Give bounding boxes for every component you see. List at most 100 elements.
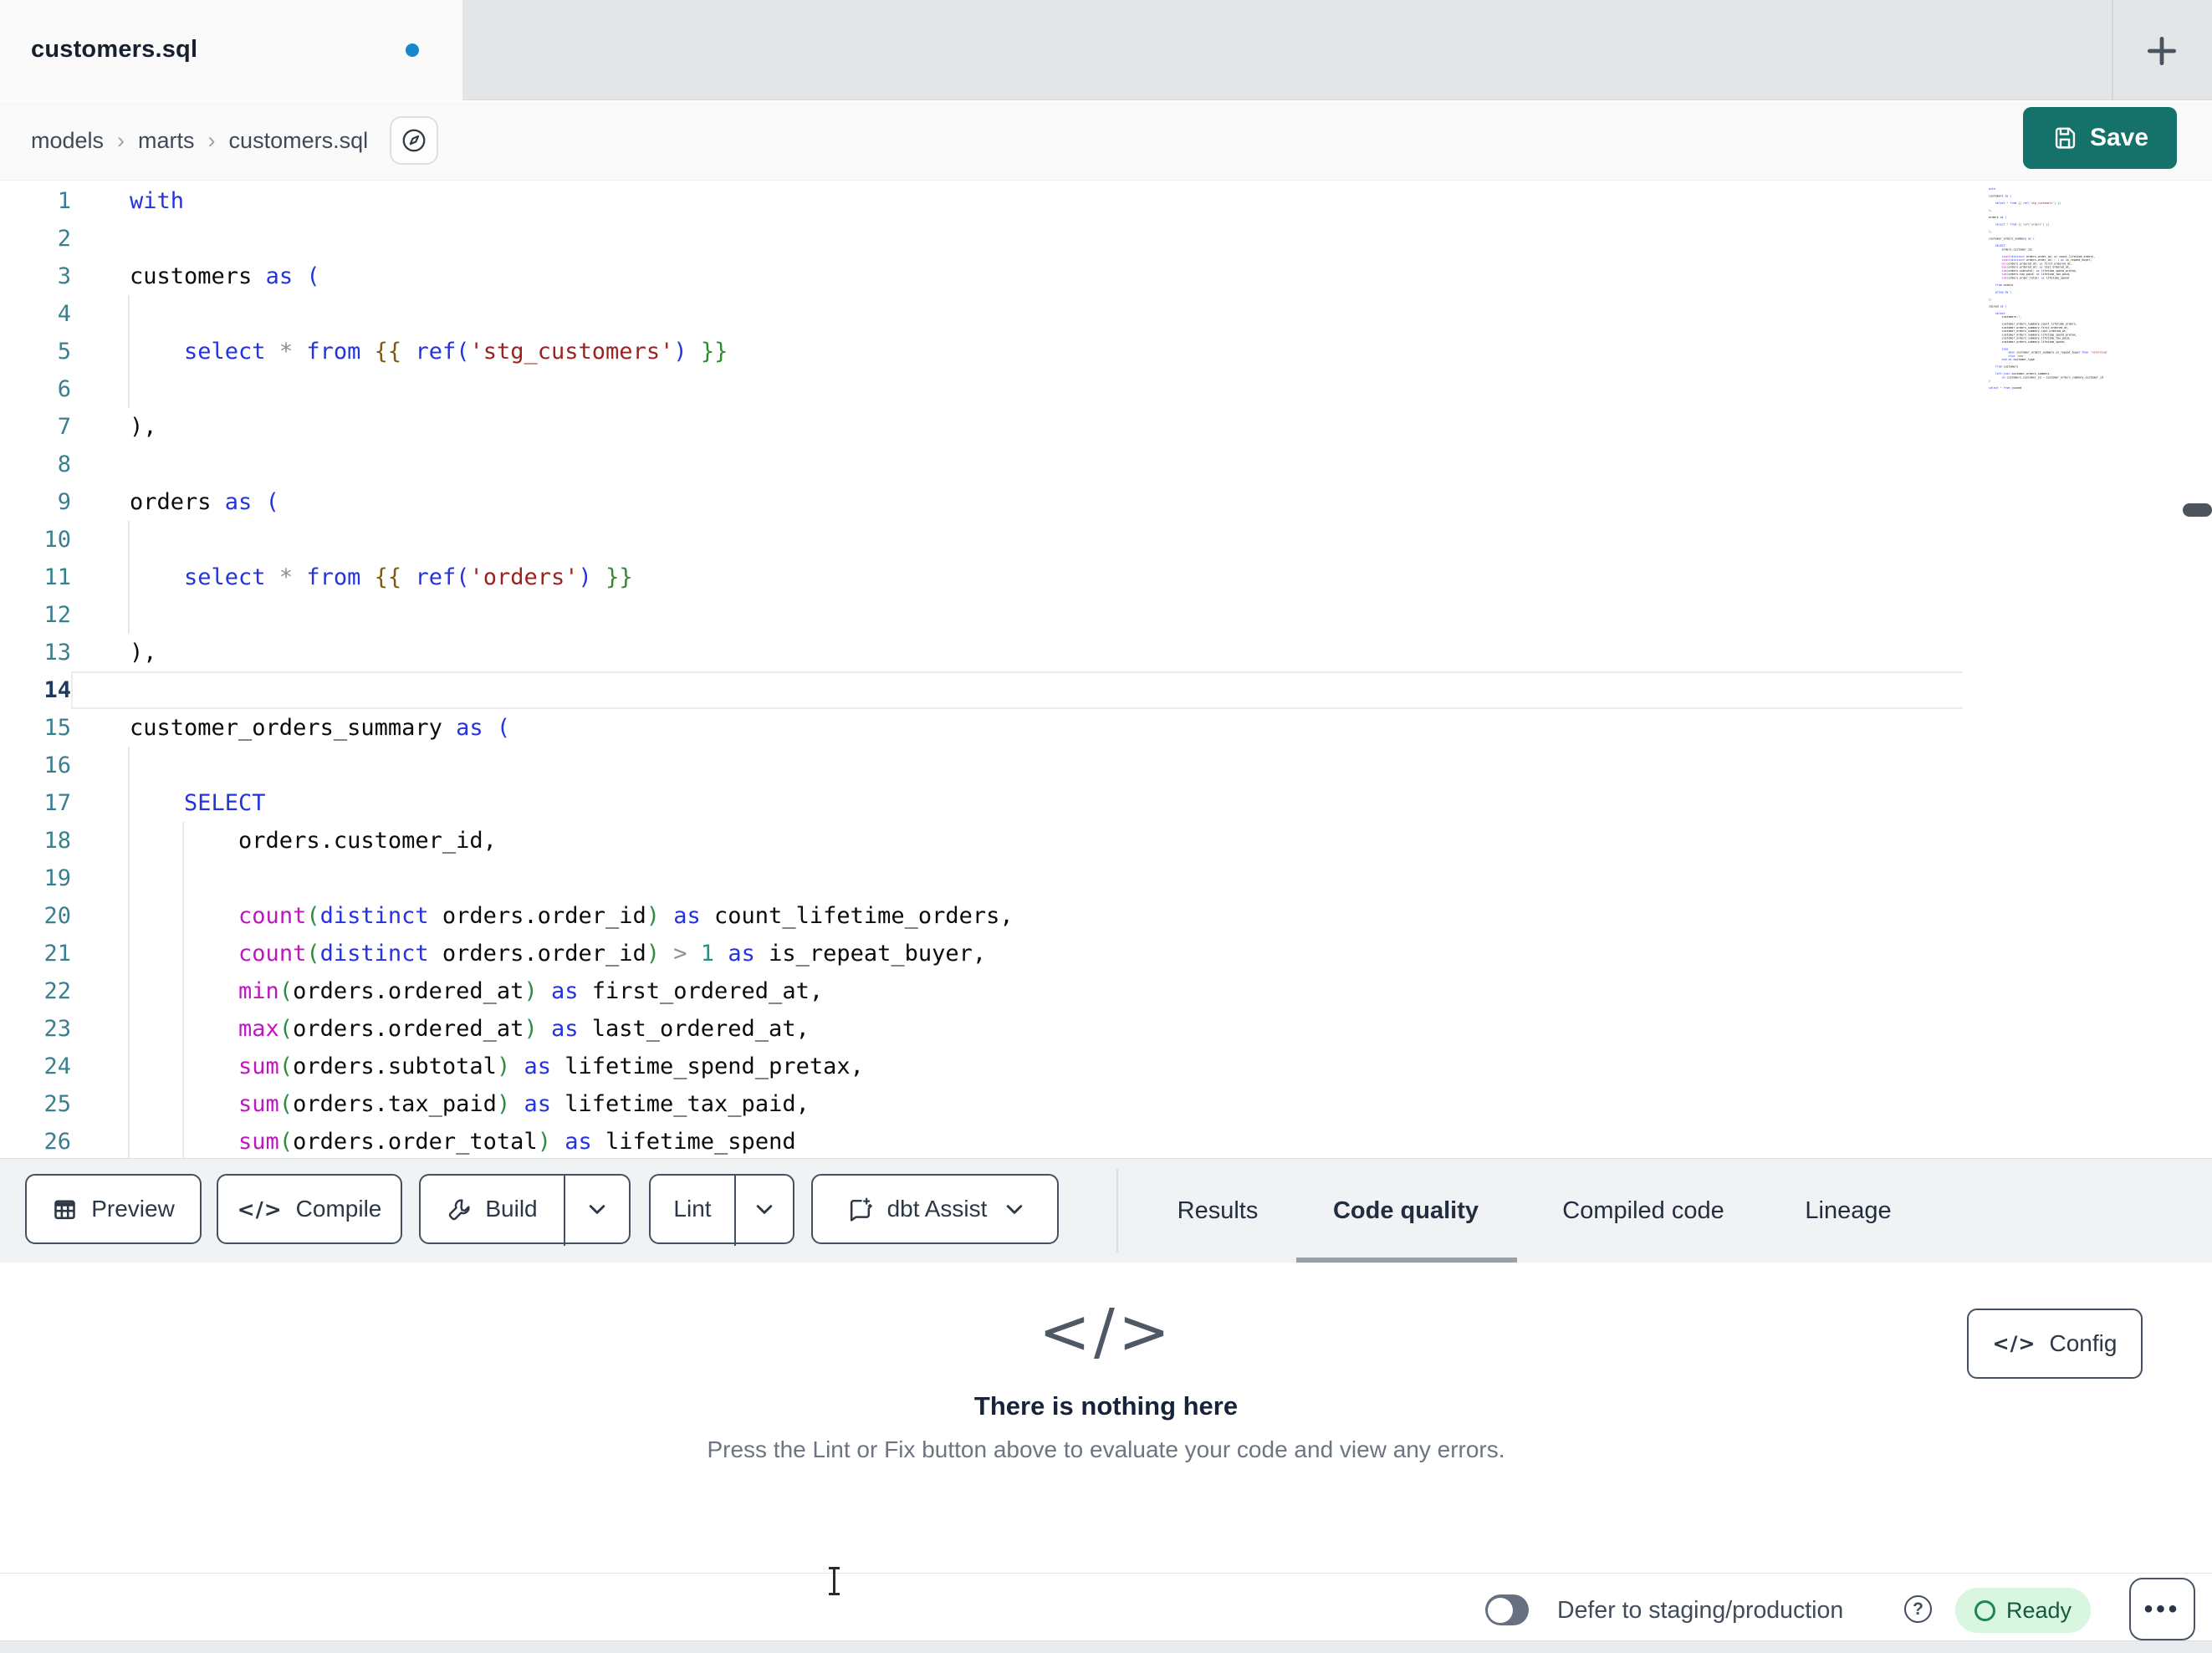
compass-icon [402,129,426,152]
line-number: 2 [57,226,71,252]
code-line[interactable]: 3 customers as ( [0,258,2212,295]
indent-guide [128,295,130,333]
line-number: 26 [43,1129,71,1155]
line-number: 16 [43,753,71,778]
line-number: 19 [43,865,71,891]
line-number: 18 [43,828,71,854]
breadcrumb-marts[interactable]: marts [138,128,195,154]
code-line[interactable]: 11 select * from {{ ref('orders') }} [0,559,2212,596]
tab-compiled-code[interactable]: Compiled code [1539,1159,1748,1263]
code-icon: </> [237,1196,283,1222]
code-line[interactable]: 5 select * from {{ ref('stg_customers') … [0,333,2212,370]
code-line[interactable]: 1 with [0,182,2212,220]
line-number: 25 [43,1091,71,1117]
line-number: 8 [57,452,71,477]
minimap[interactable]: with customers as ( select * from {{ ref… [1989,187,2184,438]
status-label: Ready [2005,1597,2072,1623]
code-line[interactable]: 25 sum(orders.tax_paid) as lifetime_tax_… [0,1085,2212,1123]
more-options-button[interactable]: ••• [2129,1578,2195,1640]
new-tab-button[interactable] [2134,23,2189,79]
line-number: 12 [43,602,71,628]
indent-guide [128,1123,130,1158]
tab-results[interactable]: Results [1154,1159,1281,1263]
indent-guide [128,333,130,370]
config-label: Config [2049,1330,2117,1356]
help-icon[interactable]: ? [1904,1595,1932,1623]
code-line[interactable]: 8 [0,446,2212,483]
build-button[interactable]: Build [421,1196,564,1222]
line-number: 1 [57,188,71,214]
code-line[interactable]: 22 min(orders.ordered_at) as first_order… [0,972,2212,1010]
dbt-assist-button[interactable]: dbt Assist [811,1174,1059,1244]
dbt-ide-window: customers.sql models › marts › customers… [0,0,2212,1653]
code-line[interactable]: 24 sum(orders.subtotal) as lifetime_spen… [0,1048,2212,1085]
indent-guide [182,1010,184,1048]
code-line[interactable]: 15 customer_orders_summary as ( [0,709,2212,747]
line-number: 14 [43,677,71,703]
ellipsis-icon: ••• [2143,1594,2181,1623]
indent-guide [182,897,184,935]
code-quality-panel: </> There is nothing here Press the Lint… [0,1263,2212,1573]
toolbar-divider [1116,1169,1118,1253]
line-number: 15 [43,715,71,741]
indent-guide [182,972,184,1010]
breadcrumb-models[interactable]: models [31,128,104,154]
bottom-scrollbar-track[interactable] [0,1640,2212,1653]
code-line[interactable]: 26 sum(orders.order_total) as lifetime_s… [0,1123,2212,1158]
line-number: 7 [57,414,71,440]
line-number: 24 [43,1054,71,1079]
lint-button[interactable]: Lint [651,1196,734,1222]
code-line[interactable]: 17 SELECT [0,784,2212,822]
compile-label: Compile [295,1196,382,1222]
dbt-assist-label: dbt Assist [886,1196,988,1222]
config-button[interactable]: </> Config [1967,1309,2143,1379]
code-line[interactable]: 18 orders.customer_id, [0,822,2212,860]
code-line[interactable]: 16 [0,747,2212,784]
code-editor[interactable]: 1 with 2 3 customers as (4 5 select * from {{… [0,181,2212,1158]
indent-guide [128,822,130,860]
build-dropdown-button[interactable] [565,1176,629,1242]
tab-lineage[interactable]: Lineage [1785,1159,1911,1263]
indent-guide [128,935,130,972]
code-line[interactable]: 6 [0,370,2212,408]
status-circle-icon [1974,1599,1995,1621]
code-line[interactable]: 20 count(distinct orders.order_id) as co… [0,897,2212,935]
lint-dropdown-button[interactable] [736,1176,793,1242]
save-button[interactable]: Save [2023,107,2177,169]
toggle-knob [1488,1597,1513,1623]
code-line[interactable]: 10 [0,521,2212,559]
code-line[interactable]: 12 [0,596,2212,634]
indent-guide [128,370,130,408]
breadcrumb-file[interactable]: customers.sql [229,128,369,154]
empty-state: </> There is nothing here Press the Lint… [0,1296,2212,1463]
indent-guide [182,1048,184,1085]
preview-label: Preview [91,1196,175,1222]
indent-guide [128,1048,130,1085]
preview-button[interactable]: Preview [25,1174,202,1244]
tab-code-quality[interactable]: Code quality [1309,1159,1503,1263]
code-line[interactable]: 2 [0,220,2212,258]
defer-toggle[interactable] [1485,1594,1529,1625]
tab-customers-sql[interactable]: customers.sql [0,0,462,100]
compile-button[interactable]: </> Compile [217,1174,402,1244]
status-badge[interactable]: Ready [1955,1588,2091,1633]
status-bar: Defer to staging/production ? Ready ••• [0,1573,2212,1640]
chat-sparkle-icon [850,1196,872,1222]
code-line[interactable]: 9 orders as ( [0,483,2212,521]
code-line[interactable]: 4 [0,295,2212,333]
code-line[interactable]: 19 [0,860,2212,897]
code-line[interactable]: 14 [0,671,2212,709]
code-line[interactable]: 21 count(distinct orders.order_id) > 1 a… [0,935,2212,972]
scrollbar-thumb[interactable] [2183,503,2212,517]
line-number: 3 [57,263,71,289]
empty-state-title: There is nothing here [973,1391,1239,1421]
line-number: 13 [43,640,71,666]
code-lines[interactable]: 1 with 2 3 customers as (4 5 select * from {{… [0,182,2212,1158]
line-number: 21 [43,941,71,967]
code-line[interactable]: 23 max(orders.ordered_at) as last_ordere… [0,1010,2212,1048]
code-line[interactable]: 13), [0,634,2212,671]
tab-compiled-code-label: Compiled code [1562,1197,1724,1224]
line-number: 17 [43,790,71,816]
explore-lineage-button[interactable] [390,116,439,165]
code-line[interactable]: 7), [0,408,2212,446]
